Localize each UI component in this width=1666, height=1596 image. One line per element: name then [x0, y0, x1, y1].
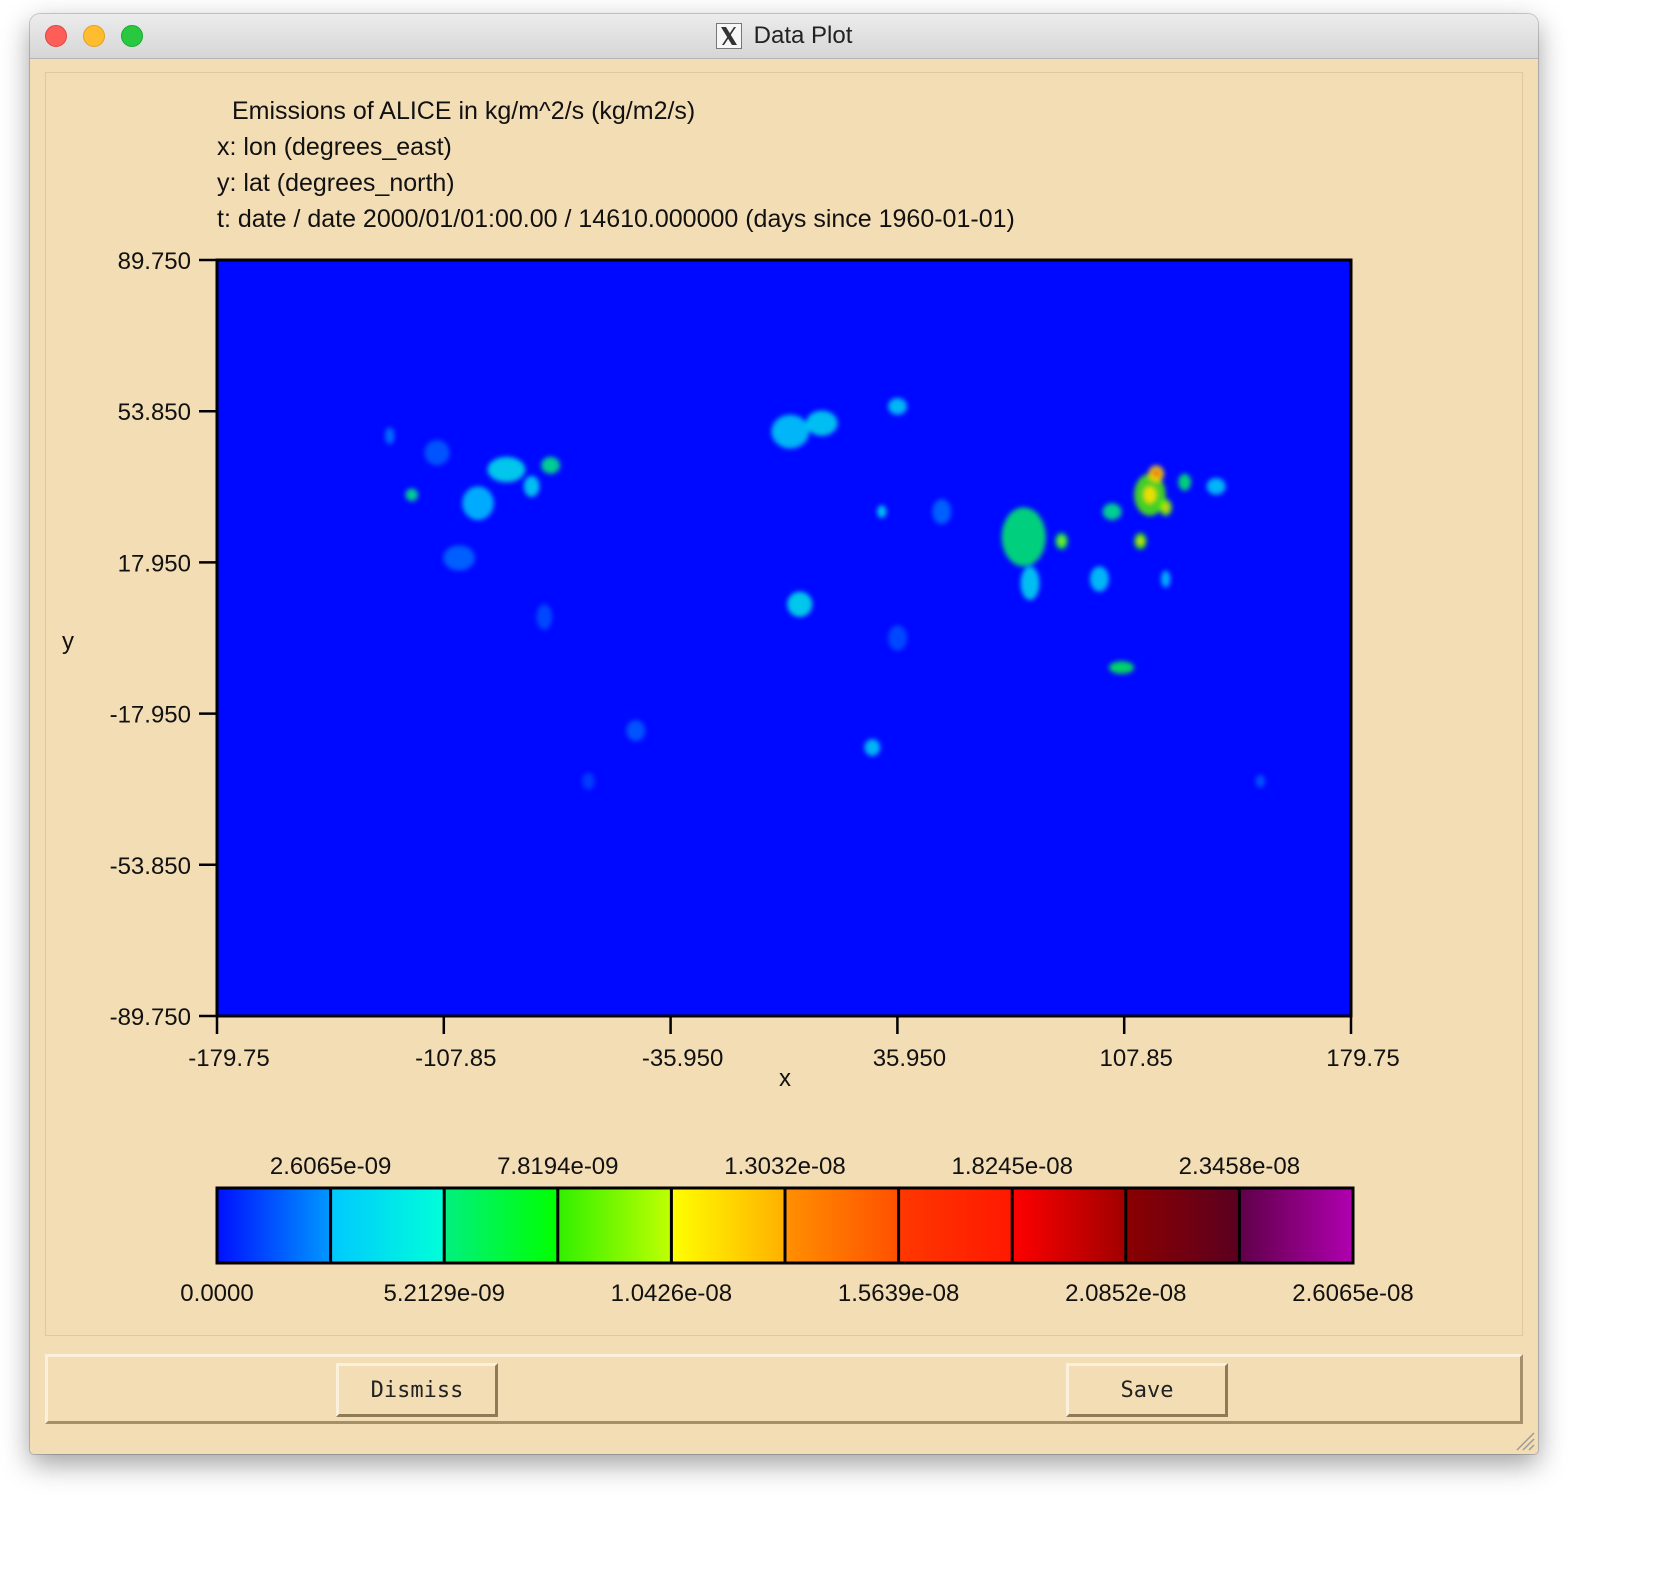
emission-hotspot: [443, 545, 475, 571]
emission-hotspot: [424, 440, 450, 466]
emission-hotspot: [787, 591, 813, 617]
colorbar-segment: [330, 1188, 445, 1263]
button-bar: Dismiss Save: [45, 1354, 1523, 1424]
y-axis-tick-label: -89.750: [110, 1004, 191, 1031]
emission-hotspot: [582, 772, 595, 790]
title-group: Data Plot: [30, 14, 1538, 58]
emission-hotspot: [1206, 477, 1226, 495]
colorbar-segment: [785, 1188, 899, 1263]
emission-hotspot: [487, 456, 526, 483]
colorbar-segment: [217, 1188, 331, 1263]
emission-hotspot-core: [1143, 486, 1157, 504]
emissions-plot: Emissions of ALICE in kg/m^2/s (kg/m2/s)…: [62, 97, 1414, 1307]
colorbar-bottom-label: 1.0426e-08: [611, 1280, 732, 1307]
emission-hotspot-core: [1059, 537, 1065, 545]
emission-hotspot: [771, 414, 810, 449]
window-title: Data Plot: [753, 22, 853, 49]
colorbar-top-label: 1.3032e-08: [724, 1153, 845, 1180]
emission-hotspot: [541, 456, 561, 474]
emission-hotspot: [1255, 774, 1266, 788]
emission-hotspot: [1020, 566, 1040, 601]
title-bar[interactable]: Data Plot: [30, 14, 1538, 59]
colorbar-segment: [1239, 1188, 1353, 1263]
emission-hotspot: [626, 720, 646, 742]
emission-hotspot: [1001, 507, 1046, 567]
emission-hotspot: [1108, 661, 1135, 674]
y-axis-label: y: [62, 628, 74, 655]
emission-hotspot: [405, 488, 419, 502]
emission-hotspot-core: [1137, 537, 1143, 545]
colorbar-segment: [671, 1188, 785, 1263]
plot-header-line: Emissions of ALICE in kg/m^2/s (kg/m2/s): [232, 97, 695, 125]
emission-hotspot: [1089, 566, 1109, 592]
colorbar-segment: [1012, 1188, 1126, 1263]
colorbar-bottom-label: 5.2129e-09: [383, 1280, 504, 1307]
colorbar-segment: [444, 1188, 558, 1263]
colorbar-top-label: 2.3458e-08: [1179, 1153, 1300, 1180]
colorbar-top-label: 7.8194e-09: [497, 1153, 618, 1180]
x-axis-label: x: [779, 1065, 791, 1092]
emission-hotspot: [877, 505, 887, 518]
x-axis-tick-label: -107.85: [415, 1045, 496, 1072]
colorbar-segment: [1125, 1188, 1240, 1263]
colorbar-segment: [898, 1188, 1013, 1263]
x-axis-tick-label: 107.85: [1099, 1045, 1172, 1072]
colorbar-top-label: 1.8245e-08: [951, 1153, 1072, 1180]
dismiss-button[interactable]: Dismiss: [336, 1363, 498, 1417]
colorbar-bottom-label: 2.6065e-08: [1292, 1280, 1413, 1307]
emission-hotspot: [536, 604, 553, 630]
emission-hotspot-core: [1153, 470, 1160, 478]
plot-header-line: t: date / date 2000/01/01:00.00 / 14610.…: [217, 205, 1015, 233]
x11-icon: [715, 23, 742, 49]
x-axis-tick-label: 35.950: [873, 1045, 946, 1072]
emission-hotspot: [806, 410, 838, 436]
emission-hotspot: [888, 397, 908, 415]
plot-panel: Emissions of ALICE in kg/m^2/s (kg/m2/s)…: [45, 72, 1523, 1336]
emission-hotspot: [462, 486, 494, 521]
colorbar-bottom-label: 0.0000: [180, 1280, 253, 1307]
x-axis-tick-label: -179.75: [188, 1045, 269, 1072]
y-axis-tick-label: 17.950: [118, 550, 191, 577]
data-plot-window: Data Plot Emissions of ALICE in kg/m^2/s…: [30, 14, 1538, 1454]
save-button[interactable]: Save: [1066, 1363, 1228, 1417]
colorbar-top-label: 2.6065e-09: [270, 1153, 391, 1180]
plot-header-line: x: lon (degrees_east): [217, 133, 452, 161]
y-axis-tick-label: 89.750: [118, 248, 191, 275]
emission-hotspot: [384, 427, 395, 445]
plot-header-line: y: lat (degrees_north): [217, 169, 455, 197]
emission-hotspot-core: [1163, 504, 1169, 511]
colorbar-segment: [557, 1188, 672, 1263]
emission-hotspot: [932, 499, 952, 525]
y-axis-tick-label: -17.950: [110, 702, 191, 729]
heatmap-background: [217, 260, 1351, 1016]
colorbar-bottom-label: 2.0852e-08: [1065, 1280, 1186, 1307]
emission-hotspot: [1178, 473, 1191, 491]
emission-hotspot: [864, 739, 881, 756]
x-axis-tick-label: 179.75: [1326, 1045, 1399, 1072]
resize-grip-icon[interactable]: [1513, 1429, 1535, 1451]
emission-hotspot: [1102, 503, 1122, 521]
colorbar-bottom-label: 1.5639e-08: [838, 1280, 959, 1307]
emission-hotspot: [1160, 570, 1171, 588]
x-axis-tick-label: -35.950: [642, 1045, 723, 1072]
emission-hotspot: [523, 475, 540, 497]
y-axis-tick-label: -53.850: [110, 853, 191, 880]
emission-hotspot: [888, 625, 908, 651]
y-axis-tick-label: 53.850: [118, 399, 191, 426]
